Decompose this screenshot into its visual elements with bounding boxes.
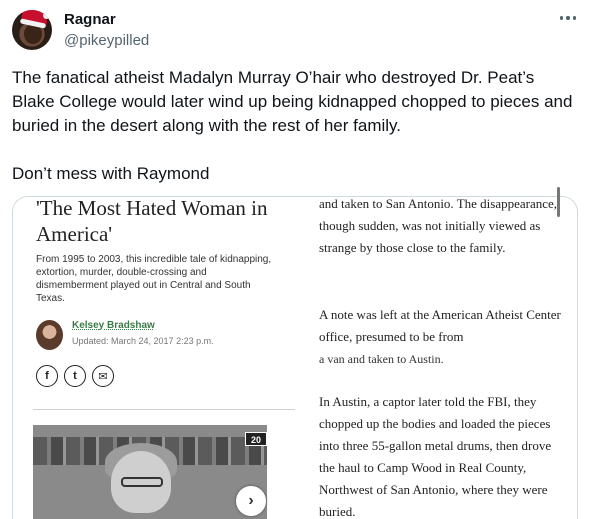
- tweet-media-image[interactable]: 'The Most Hated Woman in America' From 1…: [12, 196, 578, 519]
- author-avatar: [36, 320, 63, 350]
- chevron-right-icon: ›: [236, 486, 266, 516]
- santa-hat-pom: [43, 12, 50, 19]
- article-title: 'The Most Hated Woman in America': [36, 196, 268, 246]
- article-summary: From 1995 to 2003, this incredible tale …: [36, 254, 272, 304]
- article-screenshot-left: 'The Most Hated Woman in America' From 1…: [13, 197, 303, 519]
- article-photo: [33, 425, 267, 519]
- article-paragraph-1: and taken to San Antonio. The disappeara…: [319, 196, 558, 255]
- user-handle[interactable]: @pikeypilled: [64, 32, 149, 49]
- user-avatar[interactable]: [12, 10, 52, 50]
- twitter-icon: t: [64, 365, 86, 387]
- article-paragraph-3: a van and taken to Austin.: [319, 352, 444, 364]
- scrollbar[interactable]: [557, 187, 560, 217]
- article-screenshot-right: and taken to San Antonio. The disappeara…: [303, 196, 577, 519]
- facebook-icon: f: [36, 365, 58, 387]
- photo-count-badge: 20: [245, 432, 267, 446]
- divider: [33, 409, 295, 410]
- email-icon: ✉: [92, 365, 114, 387]
- more-horizontal-icon[interactable]: [555, 8, 581, 28]
- share-row: f t ✉: [36, 365, 114, 387]
- tweet: Ragnar @pikeypilled The fanatical atheis…: [0, 0, 590, 519]
- author-name: Kelsey Bradshaw: [72, 320, 155, 331]
- article-paragraph-4: In Austin, a captor later told the FBI, …: [319, 394, 552, 519]
- tweet-text: The fanatical atheist Madalyn Murray O’h…: [12, 68, 573, 183]
- updated-timestamp: Updated: March 24, 2017 2:23 p.m.: [72, 336, 214, 346]
- display-name[interactable]: Ragnar: [64, 11, 116, 28]
- photo-glasses: [121, 477, 163, 487]
- article-paragraph-2: A note was left at the American Atheist …: [319, 307, 561, 344]
